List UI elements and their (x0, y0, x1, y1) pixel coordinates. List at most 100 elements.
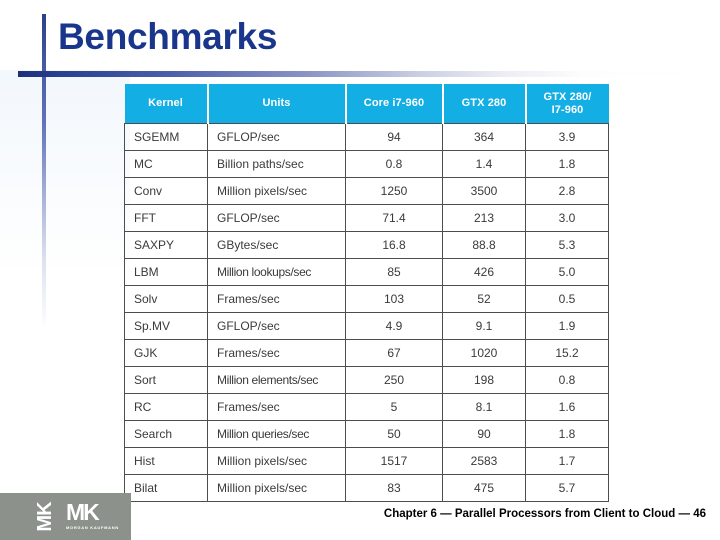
cell-ratio: 5.3 (525, 231, 609, 259)
cell-ratio: 5.0 (525, 258, 609, 286)
table-row: FFT GFLOP/sec 71.4 213 3.0 (124, 204, 609, 232)
cell-units: Frames/sec (207, 285, 346, 313)
logo-subtitle: MORGAN KAUFMANN (66, 525, 119, 530)
cell-ratio: 1.9 (525, 312, 609, 340)
table-header: Kernel Units Core i7-960 GTX 280 GTX 280… (124, 84, 609, 124)
cell-units: Million pixels/sec (207, 447, 346, 475)
table-row: GJK Frames/sec 67 1020 15.2 (124, 339, 609, 367)
cell-gtx-280: 1.4 (442, 150, 526, 178)
cell-kernel: FFT (124, 204, 208, 232)
table-row: SGEMM GFLOP/sec 94 364 3.9 (124, 123, 609, 151)
cell-units: GFLOP/sec (207, 123, 346, 151)
cell-kernel: SGEMM (124, 123, 208, 151)
cell-units: Frames/sec (207, 393, 346, 421)
cell-kernel: Conv (124, 177, 208, 205)
cell-core-i7-960: 83 (345, 474, 443, 502)
cell-gtx-280: 364 (442, 123, 526, 151)
cell-gtx-280: 9.1 (442, 312, 526, 340)
cell-kernel: LBM (124, 258, 208, 286)
column-header-units: Units (207, 84, 347, 124)
background-wash (0, 70, 130, 280)
cell-units: Million queries/sec (207, 420, 346, 448)
table-body: SGEMM GFLOP/sec 94 364 3.9 MC Billion paths/se… (124, 123, 609, 502)
cell-kernel: Sp.MV (124, 312, 208, 340)
table-row: Search Million queries/sec 50 90 1.8 (124, 420, 609, 448)
table-row: Solv Frames/sec 103 52 0.5 (124, 285, 609, 313)
cell-kernel: MC (124, 150, 208, 178)
cell-kernel: Solv (124, 285, 208, 313)
table-row: LBM Million lookups/sec 85 426 5.0 (124, 258, 609, 286)
cell-ratio: 5.7 (525, 474, 609, 502)
table-row: Conv Million pixels/sec 1250 3500 2.8 (124, 177, 609, 205)
cell-gtx-280: 88.8 (442, 231, 526, 259)
table-row: Sp.MV GFLOP/sec 4.9 9.1 1.9 (124, 312, 609, 340)
cell-core-i7-960: 5 (345, 393, 443, 421)
cell-gtx-280: 426 (442, 258, 526, 286)
footer-chapter-text: Chapter 6 — Parallel Processors from Cli… (383, 508, 706, 520)
table-header-row: Kernel Units Core i7-960 GTX 280 GTX 280… (124, 84, 609, 124)
cell-ratio: 1.6 (525, 393, 609, 421)
ratio-header-line1: GTX 280/ (543, 90, 592, 103)
cell-gtx-280: 2583 (442, 447, 526, 475)
cell-gtx-280: 475 (442, 474, 526, 502)
cell-core-i7-960: 85 (345, 258, 443, 286)
cell-ratio: 0.8 (525, 366, 609, 394)
cell-core-i7-960: 16.8 (345, 231, 443, 259)
column-header-kernel: Kernel (124, 84, 209, 124)
cell-ratio: 1.8 (525, 420, 609, 448)
cell-core-i7-960: 1250 (345, 177, 443, 205)
cell-gtx-280: 90 (442, 420, 526, 448)
table-row: MC Billion paths/sec 0.8 1.4 1.8 (124, 150, 609, 178)
cell-kernel: GJK (124, 339, 208, 367)
vertical-accent-line (42, 14, 46, 330)
cell-units: GBytes/sec (207, 231, 346, 259)
cell-core-i7-960: 50 (345, 420, 443, 448)
cell-kernel: Hist (124, 447, 208, 475)
cell-units: Million pixels/sec (207, 177, 346, 205)
cell-gtx-280: 1020 (442, 339, 526, 367)
cell-ratio: 1.7 (525, 447, 609, 475)
ratio-header-line2: I7-960 (551, 103, 584, 116)
cell-ratio: 3.0 (525, 204, 609, 232)
page-title: Benchmarks (58, 16, 278, 57)
cell-core-i7-960: 0.8 (345, 150, 443, 178)
cell-kernel: Bilat (124, 474, 208, 502)
cell-units: Million elements/sec (207, 366, 346, 394)
benchmark-table: Kernel Units Core i7-960 GTX 280 GTX 280… (124, 84, 609, 502)
column-header-ratio: GTX 280/ I7-960 (525, 84, 609, 124)
cell-core-i7-960: 4.9 (345, 312, 443, 340)
cell-ratio: 2.8 (525, 177, 609, 205)
cell-gtx-280: 3500 (442, 177, 526, 205)
cell-core-i7-960: 103 (345, 285, 443, 313)
cell-core-i7-960: 67 (345, 339, 443, 367)
cell-core-i7-960: 250 (345, 366, 443, 394)
table-row: Bilat Million pixels/sec 83 475 5.7 (124, 474, 609, 502)
cell-kernel: Sort (124, 366, 208, 394)
cell-kernel: SAXPY (124, 231, 208, 259)
cell-core-i7-960: 71.4 (345, 204, 443, 232)
cell-gtx-280: 213 (442, 204, 526, 232)
horizontal-accent-line (18, 71, 708, 77)
cell-core-i7-960: 94 (345, 123, 443, 151)
cell-units: Million pixels/sec (207, 474, 346, 502)
column-header-gtx-280: GTX 280 (442, 84, 527, 124)
table-row: Sort Million elements/sec 250 198 0.8 (124, 366, 609, 394)
cell-ratio: 0.5 (525, 285, 609, 313)
cell-core-i7-960: 1517 (345, 447, 443, 475)
cell-kernel: Search (124, 420, 208, 448)
cell-gtx-280: 198 (442, 366, 526, 394)
cell-units: GFLOP/sec (207, 312, 346, 340)
cell-gtx-280: 52 (442, 285, 526, 313)
cell-units: Frames/sec (207, 339, 346, 367)
cell-ratio: 3.9 (525, 123, 609, 151)
column-header-core-i7-960: Core i7-960 (345, 84, 444, 124)
benchmark-table-container: Kernel Units Core i7-960 GTX 280 GTX 280… (124, 84, 609, 502)
table-row: Hist Million pixels/sec 1517 2583 1.7 (124, 447, 609, 475)
cell-gtx-280: 8.1 (442, 393, 526, 421)
cell-units: Million lookups/sec (207, 258, 346, 286)
slide-canvas: Benchmarks Kernel Units Core i7-960 GTX … (0, 0, 720, 540)
table-row: SAXPY GBytes/sec 16.8 88.8 5.3 (124, 231, 609, 259)
cell-ratio: 1.8 (525, 150, 609, 178)
cell-units: Billion paths/sec (207, 150, 346, 178)
table-row: RC Frames/sec 5 8.1 1.6 (124, 393, 609, 421)
